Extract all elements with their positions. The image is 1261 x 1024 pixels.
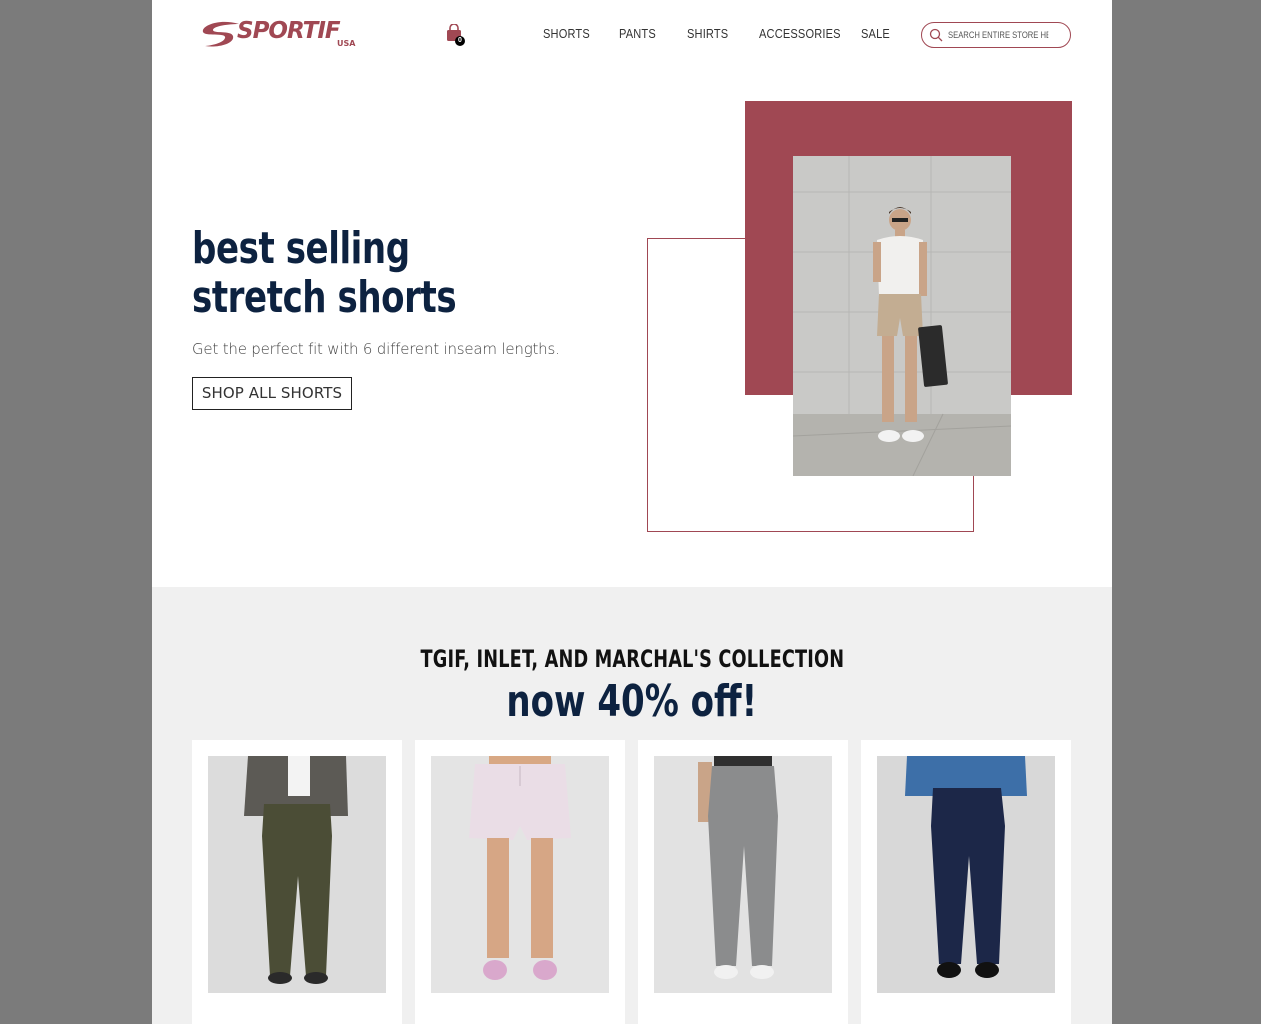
- hero-subtitle: Get the perfect fit with 6 different ins…: [192, 340, 560, 358]
- promo-discount: now 40% off!: [152, 676, 1112, 727]
- page: SPORTIF USA 0 SHORTS PANTS SHIRTS ACCESS…: [152, 0, 1112, 1024]
- nav-pants[interactable]: PANTS: [619, 26, 656, 41]
- promo-heading-text: TGIF, INLET, AND MARCHAL'S COLLECTION: [420, 645, 844, 673]
- search-box: [921, 22, 1071, 48]
- nav-shirts[interactable]: SHIRTS: [687, 26, 728, 41]
- shop-all-shorts-button[interactable]: SHOP ALL SHORTS: [192, 377, 352, 410]
- product-card[interactable]: [192, 740, 402, 1024]
- product-card[interactable]: [638, 740, 848, 1024]
- nav-accessories[interactable]: ACCESSORIES: [759, 26, 841, 41]
- product-image-navy-pants[interactable]: [877, 756, 1055, 993]
- hero-photo-man-in-shorts: [793, 156, 1011, 476]
- hero-title: best selling stretch shorts: [192, 224, 502, 322]
- search-icon[interactable]: [929, 28, 943, 42]
- search-input[interactable]: [948, 27, 1049, 43]
- hero-title-line1: best selling: [192, 223, 410, 274]
- hero-title-line2: stretch shorts: [192, 272, 457, 323]
- nav-sale[interactable]: SALE: [861, 26, 890, 41]
- product-grid: [192, 740, 1072, 1024]
- promo-section: TGIF, INLET, AND MARCHAL'S COLLECTION no…: [152, 587, 1112, 1024]
- product-image-grey-jeans[interactable]: [654, 756, 832, 993]
- product-image-pink-shorts[interactable]: [431, 756, 609, 993]
- product-card[interactable]: [415, 740, 625, 1024]
- promo-heading: TGIF, INLET, AND MARCHAL'S COLLECTION: [152, 645, 1112, 673]
- promo-discount-text: now 40% off!: [506, 676, 758, 727]
- nav-shorts[interactable]: SHORTS: [543, 26, 590, 41]
- product-card[interactable]: [861, 740, 1071, 1024]
- product-image-olive-pants[interactable]: [208, 756, 386, 993]
